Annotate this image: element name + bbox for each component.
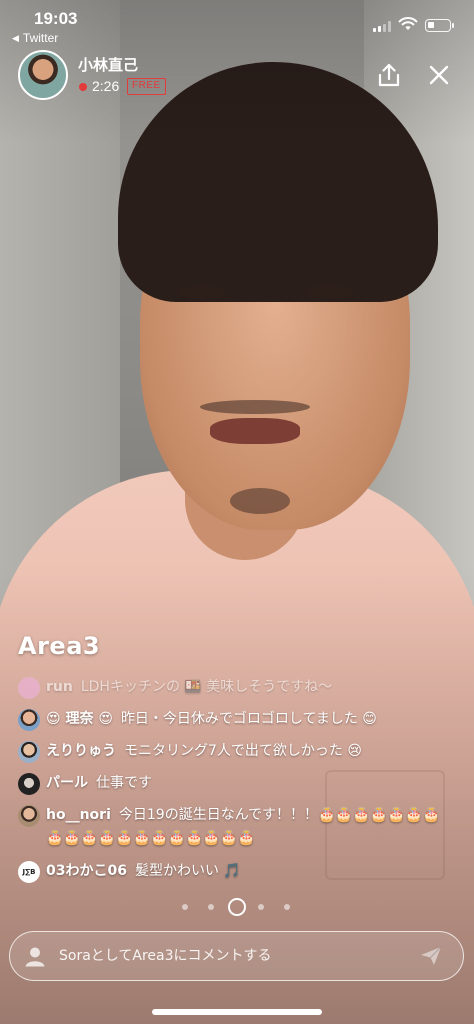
commenter-avatar[interactable]	[18, 773, 40, 795]
room-title: Area3	[18, 632, 101, 660]
page-dot[interactable]	[258, 904, 264, 910]
user-silhouette-icon	[25, 947, 45, 967]
jsb-logo: J∑B	[22, 868, 36, 876]
back-to-app-link[interactable]: ◀ Twitter	[12, 31, 58, 45]
commenter-avatar[interactable]: J∑B	[18, 861, 40, 883]
commenter-name: 😍 理奈 😍	[46, 711, 113, 727]
free-badge: FREE	[127, 78, 166, 95]
comment-item[interactable]: ho__nori 今日19の誕生日なんです！！！🎂🎂🎂🎂🎂🎂🎂🎂🎂🎂🎂🎂🎂🎂🎂🎂🎂…	[18, 804, 458, 850]
home-indicator[interactable]	[152, 1009, 322, 1015]
commenter-name: 03わかこ06	[46, 863, 127, 879]
battery-icon	[425, 19, 454, 32]
status-time: 19:03	[34, 9, 78, 28]
back-app-label: Twitter	[22, 31, 59, 45]
comment-text: モニタリング7人で出て欲しかった 😢	[124, 743, 362, 759]
comment-item[interactable]: パール 仕事です	[18, 772, 458, 795]
broadcast-header: 小林直己 2:26 FREE	[18, 50, 458, 104]
back-triangle-icon: ◀	[12, 32, 19, 43]
commenter-name: run	[46, 679, 73, 695]
page-indicator	[178, 897, 298, 919]
comment-item[interactable]: 😍 理奈 😍 昨日・今日休みでゴロゴロしてました 😊	[18, 708, 458, 731]
commenter-avatar[interactable]	[18, 741, 40, 763]
commenter-name: ho__nori	[46, 807, 111, 823]
commenter-avatar[interactable]	[18, 677, 40, 699]
comment-text: 仕事です	[96, 775, 152, 791]
page-dot[interactable]	[208, 904, 214, 910]
commenter-name: えりりゅう	[46, 743, 116, 759]
comment-text: 髪型かわいい 🎵	[134, 863, 241, 879]
page-dot[interactable]	[284, 904, 290, 910]
broadcaster-avatar[interactable]	[18, 50, 68, 100]
close-icon	[429, 65, 449, 85]
close-button[interactable]	[424, 60, 454, 90]
live-indicator-icon	[79, 83, 87, 91]
broadcast-elapsed-time: 2:26	[92, 78, 120, 94]
comment-input[interactable]	[59, 932, 399, 979]
share-button[interactable]	[374, 60, 404, 90]
cellular-signal-icon	[373, 20, 391, 32]
commenter-avatar[interactable]	[18, 805, 40, 827]
commenter-avatar[interactable]	[18, 709, 40, 731]
wifi-icon	[398, 17, 418, 30]
share-icon	[378, 63, 400, 87]
comment-item[interactable]: run LDHキッチンの 🍱 美味しそうですね〜	[18, 676, 458, 699]
broadcaster-name[interactable]: 小林直己	[78, 54, 138, 75]
comment-text: 昨日・今日休みでゴロゴロしてました 😊	[120, 711, 377, 727]
comment-item[interactable]: J∑B 03わかこ06 髪型かわいい 🎵	[18, 860, 458, 883]
send-icon	[421, 946, 442, 965]
page-dot[interactable]	[182, 904, 188, 910]
comment-input-bar[interactable]	[9, 931, 464, 981]
send-button[interactable]	[418, 943, 444, 969]
comment-text: LDHキッチンの 🍱 美味しそうですね〜	[80, 679, 333, 695]
page-dot-active[interactable]	[228, 898, 246, 916]
status-bar: 19:03 ◀ Twitter	[0, 0, 474, 48]
commenter-name: パール	[46, 775, 88, 791]
comment-item[interactable]: えりりゅう モニタリング7人で出て欲しかった 😢	[18, 740, 458, 763]
